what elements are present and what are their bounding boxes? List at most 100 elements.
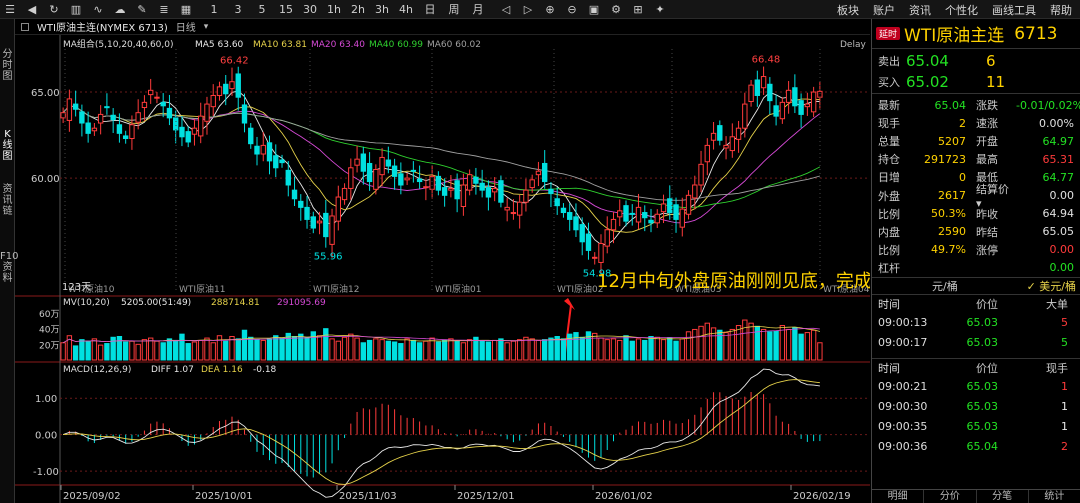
period-button-2[interactable]: 5: [250, 0, 274, 19]
candle-body: [723, 144, 729, 149]
volume-bar: [560, 338, 567, 361]
menu-item-1[interactable]: 账户: [873, 2, 895, 18]
refresh-icon[interactable]: ↻: [44, 0, 64, 19]
period-button-11[interactable]: 月: [466, 0, 490, 19]
candle-body: [648, 219, 654, 224]
detail-tab-2[interactable]: 分笔: [977, 490, 1029, 503]
chart-symbol-title: WTI原油主连(NYMEX 6713): [37, 23, 168, 34]
volume-bar: [429, 337, 435, 361]
edit-icon[interactable]: ✎: [132, 0, 152, 19]
menu-item-2[interactable]: 资讯: [909, 2, 931, 18]
menu-item-5[interactable]: 帮助: [1050, 2, 1072, 18]
period-button-4[interactable]: 30: [298, 0, 322, 19]
chevron-down-icon[interactable]: ▾: [204, 22, 209, 32]
chart-period-selector[interactable]: 日线: [176, 19, 196, 34]
stat-value: 0.00: [1049, 261, 1075, 275]
list-icon[interactable]: ≣: [154, 0, 174, 19]
unit-usd[interactable]: ✓ 美元/桶: [1027, 278, 1076, 294]
ask-label: 卖出: [878, 54, 900, 68]
tab-kline[interactable]: K线图: [0, 129, 15, 162]
top-toolbar: ☰ ◀ ↻ ▥ ∿ ☁ ✎ ≣ ▦ 1 3 5 15 30 1h 2h 3h 4h 日周月 ◁ ▷…: [0, 0, 1080, 19]
volume-bar: [173, 339, 179, 361]
volume-bar: [817, 342, 823, 361]
volume-bar: [335, 340, 341, 361]
tab-time-sharing[interactable]: 分时图: [0, 49, 15, 82]
tick-price: 65.03: [966, 420, 999, 434]
candle-body: [554, 198, 560, 207]
candle-body: [385, 159, 392, 167]
menu-item-0[interactable]: 板块: [837, 2, 859, 18]
layers-icon[interactable]: ▣: [584, 0, 604, 19]
stat-row: 比例 50.3% 昨收 64.94: [872, 205, 1080, 223]
price-mark-low1: 55.96: [314, 252, 343, 263]
volume-bar: [441, 339, 448, 361]
kline-chart[interactable]: MA组合(5,10,20,40,60,0) MA5 63.60 MA10 63.81…: [15, 35, 944, 503]
detail-tab-1[interactable]: 分价: [924, 490, 977, 503]
back-icon[interactable]: ◀: [22, 0, 42, 19]
zoom-out-icon[interactable]: ⊖: [562, 0, 582, 19]
bid-label: 买入: [878, 75, 900, 89]
candle-body: [248, 127, 254, 145]
settings-icon[interactable]: ⚙: [606, 0, 626, 19]
candle-body: [335, 196, 341, 222]
detail-tab-3[interactable]: 统计: [1029, 490, 1080, 503]
stat-label: 最新: [878, 99, 900, 113]
arrow-right-icon[interactable]: ▷: [518, 0, 538, 19]
detail-tab-0[interactable]: 明细: [872, 490, 925, 503]
candle-body: [798, 100, 804, 115]
chart-icon[interactable]: ▥: [66, 0, 86, 19]
candle-body: [748, 84, 754, 103]
volume-bar: [504, 342, 510, 361]
period-button-10[interactable]: 周: [442, 0, 466, 19]
tab-f10[interactable]: F10资料: [0, 251, 18, 284]
volume-bar: [629, 340, 635, 361]
volume-bar: [704, 322, 710, 361]
cloud-icon[interactable]: ☁: [110, 0, 130, 19]
menu-item-3[interactable]: 个性化: [945, 2, 978, 18]
candle-body: [542, 162, 548, 183]
arrow-left-icon[interactable]: ◁: [496, 0, 516, 19]
candle-body: [479, 182, 485, 191]
zoom-in-icon[interactable]: ⊕: [540, 0, 560, 19]
menu-icon[interactable]: ☰: [0, 0, 20, 19]
period-button-3[interactable]: 15: [274, 0, 298, 19]
stat-label: 最高: [976, 153, 998, 167]
period-button-7[interactable]: 3h: [370, 0, 394, 19]
layout-icon[interactable]: ⊞: [628, 0, 648, 19]
candle-body: [191, 127, 198, 135]
volume-bar: [698, 325, 704, 361]
period-button-9[interactable]: 日: [418, 0, 442, 19]
stat-label: 速涨: [976, 117, 998, 131]
tick-volume: 1: [1061, 400, 1068, 414]
volume-bar: [204, 337, 210, 361]
tick-row: 09:00:21 65.03 1: [872, 377, 1080, 397]
stat-label: 涨停: [976, 243, 998, 257]
star-icon[interactable]: ✦: [650, 0, 670, 19]
volume-legend: MV(10,20): [63, 298, 110, 308]
volume-bar: [735, 325, 742, 361]
candle-body: [141, 101, 148, 109]
unit-cny[interactable]: 元/桶: [932, 278, 958, 294]
menu-item-4[interactable]: 画线工具: [992, 2, 1036, 18]
grid-icon[interactable]: ▦: [176, 0, 196, 19]
volume-bar: [97, 344, 104, 361]
candle-body: [573, 216, 579, 231]
period-button-5[interactable]: 1h: [322, 0, 346, 19]
volume-bar: [373, 338, 379, 361]
col-header: 时间: [878, 361, 900, 375]
chart-area[interactable]: MA组合(5,10,20,40,60,0) MA5 63.60 MA10 63.81…: [15, 35, 944, 503]
wave-icon[interactable]: ∿: [88, 0, 108, 19]
candle-body: [466, 174, 473, 191]
price-mark-high1: 66.42: [220, 56, 249, 67]
volume-bar: [235, 338, 241, 361]
volume-bar: [104, 343, 110, 361]
period-button-6[interactable]: 2h: [346, 0, 370, 19]
period-button-8[interactable]: 4h: [394, 0, 418, 19]
tick-time: 09:00:13: [878, 316, 928, 330]
collapse-icon[interactable]: [21, 22, 29, 31]
tab-news-chain[interactable]: 资讯链: [0, 184, 15, 217]
period-button-0[interactable]: 1: [202, 0, 226, 19]
candle-body: [323, 212, 329, 238]
period-button-1[interactable]: 3: [226, 0, 250, 19]
candle-body: [742, 103, 748, 129]
